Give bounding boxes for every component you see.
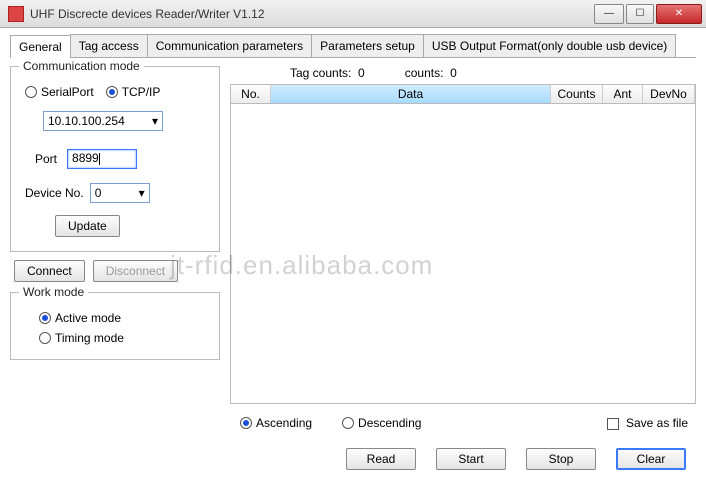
close-button[interactable]: ✕ [656,4,702,24]
port-label: Port [35,152,57,166]
th-no[interactable]: No. [231,85,271,103]
titlebar: UHF Discrecte devices Reader/Writer V1.1… [0,0,706,28]
sort-row: Ascending Descending Save as file [230,404,696,436]
device-no-value: 0 [95,186,102,200]
timing-mode-radio[interactable] [39,332,51,344]
tab-bar: General Tag access Communication paramet… [10,34,696,58]
active-mode-label: Active mode [55,311,121,325]
active-mode-radio[interactable] [39,312,51,324]
th-counts[interactable]: Counts [551,85,603,103]
descending-label: Descending [358,416,421,430]
device-no-label: Device No. [25,186,84,200]
data-table[interactable]: No. Data Counts Ant DevNo [230,84,696,404]
disconnect-button[interactable]: Disconnect [93,260,178,282]
tab-usb-output-format[interactable]: USB Output Format(only double usb device… [423,34,676,57]
connect-button[interactable]: Connect [14,260,85,282]
port-input[interactable]: 8899 [67,149,137,169]
timing-mode-label: Timing mode [55,331,124,345]
th-data[interactable]: Data [271,85,551,103]
work-mode-legend: Work mode [19,285,88,299]
serialport-radio[interactable] [25,86,37,98]
work-mode-group: Work mode Active mode Timing mode [10,292,220,360]
device-no-select[interactable]: 0 ▾ [90,183,150,203]
tab-parameters-setup[interactable]: Parameters setup [311,34,424,57]
ip-address-select[interactable]: 10.10.100.254 ▾ [43,111,163,131]
maximize-button[interactable]: ☐ [626,4,654,24]
counts-value: 0 [450,66,457,80]
port-value: 8899 [72,151,99,165]
tcpip-label: TCP/IP [122,85,161,99]
update-button[interactable]: Update [55,215,120,237]
counts-label: counts: [405,66,444,80]
ascending-label: Ascending [256,416,312,430]
ascending-radio[interactable] [240,417,252,429]
th-ant[interactable]: Ant [603,85,643,103]
tag-counts-value: 0 [358,66,365,80]
stop-button[interactable]: Stop [526,448,596,470]
action-buttons: Read Start Stop Clear [230,436,696,470]
chevron-down-icon: ▾ [139,186,145,200]
chevron-down-icon: ▾ [152,114,158,128]
minimize-button[interactable]: — [594,4,624,24]
client-area: General Tag access Communication paramet… [0,28,706,480]
tag-counts-label: Tag counts: [290,66,351,80]
read-button[interactable]: Read [346,448,416,470]
tab-communication-parameters[interactable]: Communication parameters [147,34,312,57]
save-as-file-label: Save as file [626,416,688,430]
table-header: No. Data Counts Ant DevNo [231,85,695,104]
tab-tag-access[interactable]: Tag access [70,34,148,57]
tab-general[interactable]: General [10,35,71,58]
start-button[interactable]: Start [436,448,506,470]
tcpip-radio[interactable] [106,86,118,98]
ip-address-value: 10.10.100.254 [48,114,125,128]
descending-radio[interactable] [342,417,354,429]
clear-button[interactable]: Clear [616,448,686,470]
app-icon [8,6,24,22]
tab-content: Communication mode SerialPort TCP/IP 10.… [10,58,696,470]
serialport-label: SerialPort [41,85,94,99]
communication-mode-legend: Communication mode [19,59,144,73]
communication-mode-group: Communication mode SerialPort TCP/IP 10.… [10,66,220,252]
save-as-file-checkbox[interactable] [607,418,619,430]
window-controls: — ☐ ✕ [592,4,702,24]
window-title: UHF Discrecte devices Reader/Writer V1.1… [30,7,592,21]
left-column: Communication mode SerialPort TCP/IP 10.… [10,66,220,470]
th-devno[interactable]: DevNo [643,85,695,103]
counts-row: Tag counts: 0 counts: 0 [230,66,696,84]
right-column: Tag counts: 0 counts: 0 No. Data Counts … [230,66,696,470]
